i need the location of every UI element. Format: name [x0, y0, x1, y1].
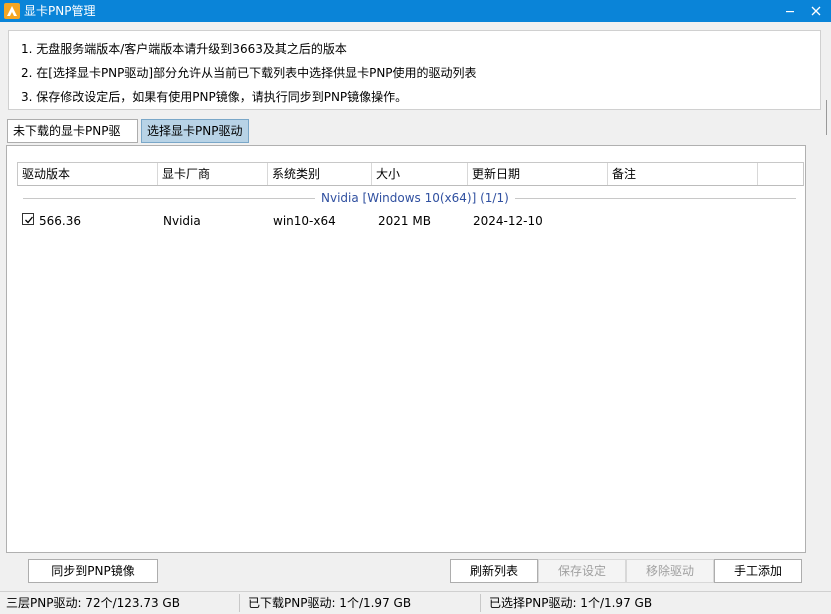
sync-to-pnp-image-button[interactable]: 同步到PNP镜像: [28, 559, 158, 583]
row-checkbox[interactable]: [22, 213, 34, 225]
close-icon: [811, 6, 821, 16]
save-settings-button[interactable]: 保存设定: [538, 559, 626, 583]
driver-list-panel: 驱动版本 显卡厂商 系统类别 大小 更新日期 备注 Nvidia [Window…: [6, 145, 806, 553]
window-title: 显卡PNP管理: [24, 4, 96, 18]
status-divider: [480, 594, 481, 612]
info-panel: 1. 无盘服务端版本/客户端版本请升级到3663及其之后的版本 2. 在[选择显…: [8, 30, 821, 110]
status-bar: 三层PNP驱动: 72个/123.73 GB 已下载PNP驱动: 1个/1.97…: [0, 591, 831, 614]
column-header-note[interactable]: 备注: [608, 163, 758, 185]
column-header-size[interactable]: 大小: [372, 163, 468, 185]
column-header-os[interactable]: 系统类别: [268, 163, 372, 185]
cell-os: win10-x64: [273, 214, 336, 228]
table-header: 驱动版本 显卡厂商 系统类别 大小 更新日期 备注: [17, 162, 804, 186]
status-selected-drivers: 已选择PNP驱动: 1个/1.97 GB: [489, 596, 653, 610]
cell-version: 566.36: [39, 214, 81, 228]
cell-vendor: Nvidia: [163, 214, 201, 228]
cell-date: 2024-12-10: [473, 214, 543, 228]
group-label[interactable]: Nvidia [Windows 10(x64)] (1/1): [315, 191, 515, 205]
checkmark-icon: [25, 216, 34, 224]
column-header-date[interactable]: 更新日期: [468, 163, 608, 185]
remove-driver-button[interactable]: 移除驱动: [626, 559, 714, 583]
app-logo-icon: [4, 3, 20, 19]
info-line-3: 3. 保存修改设定后，如果有使用PNP镜像，请执行同步到PNP镜像操作。: [21, 90, 408, 104]
title-bar: 显卡PNP管理: [0, 0, 831, 22]
minimize-button[interactable]: [777, 0, 803, 22]
tab-select-drivers[interactable]: 选择显卡PNP驱动: [141, 119, 249, 143]
window-edge-divider: [826, 100, 830, 135]
close-button[interactable]: [803, 0, 829, 22]
status-divider: [239, 594, 240, 612]
tab-not-downloaded-drivers[interactable]: 未下载的显卡PNP驱动: [7, 119, 138, 160]
table-row[interactable]: 566.36 Nvidia win10-x64 2021 MB 2024-12-…: [17, 210, 804, 232]
status-downloaded-drivers: 已下载PNP驱动: 1个/1.97 GB: [248, 596, 412, 610]
info-line-2: 2. 在[选择显卡PNP驱动]部分允许从当前已下载列表中选择供显卡PNP使用的驱…: [21, 66, 477, 80]
column-header-version[interactable]: 驱动版本: [18, 163, 158, 185]
manual-add-button[interactable]: 手工添加: [714, 559, 802, 583]
minimize-icon: [786, 11, 794, 13]
cell-size: 2021 MB: [378, 214, 431, 228]
column-header-vendor[interactable]: 显卡厂商: [158, 163, 268, 185]
info-line-1: 1. 无盘服务端版本/客户端版本请升级到3663及其之后的版本: [21, 42, 347, 56]
status-total-drivers: 三层PNP驱动: 72个/123.73 GB: [6, 596, 180, 610]
refresh-list-button[interactable]: 刷新列表: [450, 559, 538, 583]
